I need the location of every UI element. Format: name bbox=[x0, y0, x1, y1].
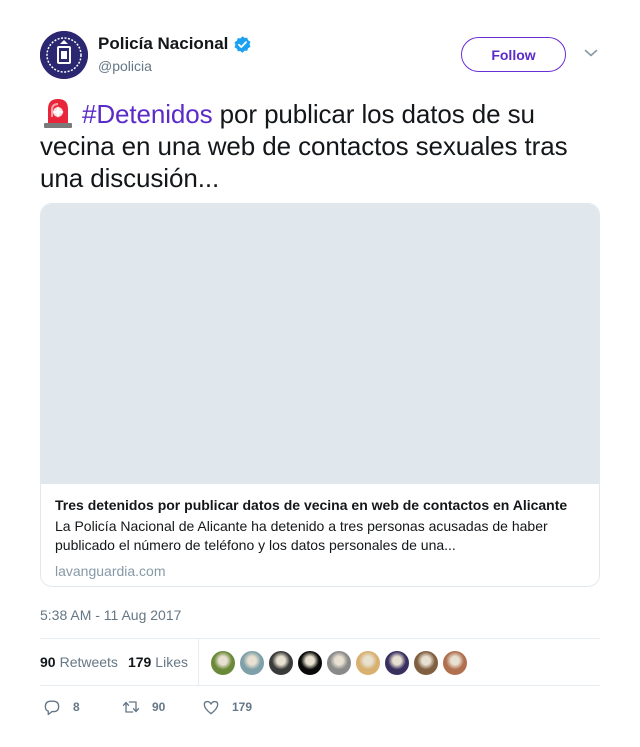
retweet-count: 90 bbox=[152, 700, 166, 714]
liker-avatar[interactable] bbox=[326, 650, 352, 676]
police-siren-emoji-icon bbox=[44, 99, 72, 128]
tweet-header: Policía Nacional @policia Follow bbox=[40, 31, 600, 81]
retweet-icon bbox=[122, 701, 140, 713]
stats-divider bbox=[198, 639, 199, 685]
account-display-name[interactable]: Policía Nacional bbox=[98, 34, 228, 54]
likes-count[interactable]: 179 bbox=[128, 654, 151, 670]
liker-avatar[interactable] bbox=[384, 650, 410, 676]
retweets-count[interactable]: 90 bbox=[40, 654, 56, 670]
follow-button[interactable]: Follow bbox=[461, 37, 566, 72]
liker-avatar[interactable] bbox=[210, 650, 236, 676]
card-image-placeholder bbox=[41, 204, 599, 484]
tweet-text: #Detenidos por publicar los datos de su … bbox=[40, 95, 600, 194]
card-title: Tres detenidos por publicar datos de vec… bbox=[55, 497, 568, 513]
profile-avatar[interactable] bbox=[40, 31, 88, 79]
hashtag-link[interactable]: #Detenidos bbox=[82, 99, 213, 129]
stats-counts: 90 Retweets 179 Likes bbox=[40, 639, 188, 685]
like-action[interactable]: 179 bbox=[201, 695, 252, 719]
likes-label[interactable]: Likes bbox=[155, 654, 188, 670]
liker-avatar[interactable] bbox=[413, 650, 439, 676]
heart-icon bbox=[203, 700, 219, 715]
tweet-stats: 90 Retweets 179 Likes bbox=[40, 638, 600, 686]
card-description: La Policía Nacional de Alicante ha deten… bbox=[55, 518, 548, 553]
liker-avatar[interactable] bbox=[355, 650, 381, 676]
account-handle[interactable]: @policia bbox=[98, 58, 252, 74]
chevron-down-icon[interactable] bbox=[584, 48, 598, 58]
tweet-actions: 8 90 179 bbox=[40, 695, 600, 719]
card-domain: lavanguardia.com bbox=[55, 563, 166, 579]
retweets-label[interactable]: Retweets bbox=[60, 654, 118, 670]
liker-avatar[interactable] bbox=[239, 650, 265, 676]
liker-avatar[interactable] bbox=[268, 650, 294, 676]
retweet-action[interactable]: 90 bbox=[121, 695, 165, 719]
link-preview-card[interactable]: Tres detenidos por publicar datos de vec… bbox=[40, 203, 600, 587]
reply-count: 8 bbox=[73, 700, 80, 714]
like-count: 179 bbox=[232, 700, 253, 714]
police-badge-logo bbox=[40, 31, 88, 79]
reply-icon bbox=[44, 700, 60, 716]
verified-badge-icon bbox=[234, 35, 251, 53]
liker-avatar[interactable] bbox=[442, 650, 468, 676]
tweet-timestamp[interactable]: 5:38 AM - 11 Aug 2017 bbox=[40, 607, 181, 623]
liker-avatar[interactable] bbox=[297, 650, 323, 676]
reply-action[interactable]: 8 bbox=[42, 695, 80, 719]
